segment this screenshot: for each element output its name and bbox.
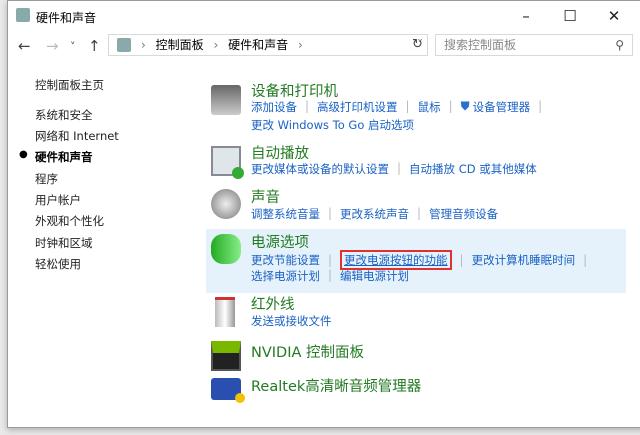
mouse-link[interactable]: 鼠标 xyxy=(418,99,441,115)
address-bar[interactable]: › 控制面板 › 硬件和声音 › ˅ xyxy=(108,34,428,56)
adjust-volume-link[interactable]: 调整系统音量 xyxy=(251,206,320,222)
up-button[interactable]: ↑ xyxy=(88,37,101,55)
maximize-button[interactable]: ☐ xyxy=(548,5,592,27)
forward-button[interactable]: → xyxy=(46,37,59,55)
minimize-button[interactable]: – xyxy=(504,5,548,27)
change-power-button-link[interactable]: 更改电源按钮的功能 xyxy=(340,250,452,270)
window-title: 硬件和声音 xyxy=(36,11,97,25)
section-devices-printers[interactable]: 设备和打印机 xyxy=(251,80,338,101)
section-infrared[interactable]: 红外线 xyxy=(251,293,295,314)
breadcrumb-hardware-sound[interactable]: 硬件和声音 xyxy=(228,38,288,52)
advanced-printer-link[interactable]: 高级打印机设置 xyxy=(317,99,398,115)
window: 硬件和声音 – ☐ ✕ ← → ˅ ↑ › 控制面板 › 硬件和声音 › ˅ ↻… xyxy=(7,0,640,428)
sidebar-item-programs[interactable]: 程序 xyxy=(35,171,58,187)
change-sleep-time-link[interactable]: 更改计算机睡眠时间 xyxy=(472,252,576,268)
autoplay-icon xyxy=(211,146,244,179)
section-autoplay[interactable]: 自动播放 xyxy=(251,142,309,163)
section-sound[interactable]: 声音 xyxy=(251,186,280,207)
sidebar-item-system-security[interactable]: 系统和安全 xyxy=(35,107,93,123)
sidebar-item-hardware-sound[interactable]: 硬件和声音 xyxy=(35,149,93,165)
sidebar-item-user-accounts[interactable]: 用户帐户 xyxy=(35,192,81,208)
search-input[interactable]: 搜索控制面板 ⚲ xyxy=(435,34,633,56)
close-button[interactable]: ✕ xyxy=(592,5,636,27)
sidebar-item-network[interactable]: 网络和 Internet xyxy=(35,128,119,144)
infrared-icon xyxy=(215,297,235,327)
refresh-button[interactable]: ↻ xyxy=(412,37,423,52)
realtek-audio-icon xyxy=(211,378,245,403)
sidebar-item-ease-of-access[interactable]: 轻松使用 xyxy=(35,256,81,272)
send-receive-files-link[interactable]: 发送或接收文件 xyxy=(251,313,332,329)
search-icon: ⚲ xyxy=(615,38,624,52)
control-panel-icon xyxy=(117,38,131,52)
breadcrumb-control-panel[interactable]: 控制面板 xyxy=(156,38,204,52)
choose-power-plan-link[interactable]: 选择电源计划 xyxy=(251,268,320,284)
section-nvidia[interactable]: NVIDIA 控制面板 xyxy=(251,341,364,362)
autoplay-cd-link[interactable]: 自动播放 CD 或其他媒体 xyxy=(409,161,537,177)
active-bullet: ● xyxy=(19,149,28,160)
section-realtek[interactable]: Realtek高清晰音频管理器 xyxy=(251,375,421,396)
change-power-saving-link[interactable]: 更改节能设置 xyxy=(251,252,320,268)
section-power-options[interactable]: 电源选项 xyxy=(251,231,309,252)
sidebar-item-appearance[interactable]: 外观和个性化 xyxy=(35,213,104,229)
device-manager-link[interactable]: 设备管理器 xyxy=(473,99,531,115)
recent-dropdown[interactable]: ˅ xyxy=(70,40,76,53)
nvidia-icon xyxy=(211,341,241,371)
shield-icon: ⛊ xyxy=(460,99,470,113)
sidebar-item-home[interactable]: 控制面板主页 xyxy=(35,77,104,93)
change-system-sounds-link[interactable]: 更改系统声音 xyxy=(340,206,409,222)
hardware-sound-icon xyxy=(16,8,30,22)
speaker-icon xyxy=(211,189,241,219)
battery-icon xyxy=(211,234,241,264)
change-media-defaults-link[interactable]: 更改媒体或设备的默认设置 xyxy=(251,161,389,177)
back-button[interactable]: ← xyxy=(18,37,31,55)
add-device-link[interactable]: 添加设备 xyxy=(251,99,297,115)
manage-audio-devices-link[interactable]: 管理音频设备 xyxy=(429,206,498,222)
edit-power-plan-link[interactable]: 编辑电源计划 xyxy=(340,268,409,284)
sidebar-item-clock-region[interactable]: 时钟和区域 xyxy=(35,235,93,251)
windows-to-go-link[interactable]: 更改 Windows To Go 启动选项 xyxy=(251,117,414,133)
printer-icon xyxy=(211,85,241,115)
